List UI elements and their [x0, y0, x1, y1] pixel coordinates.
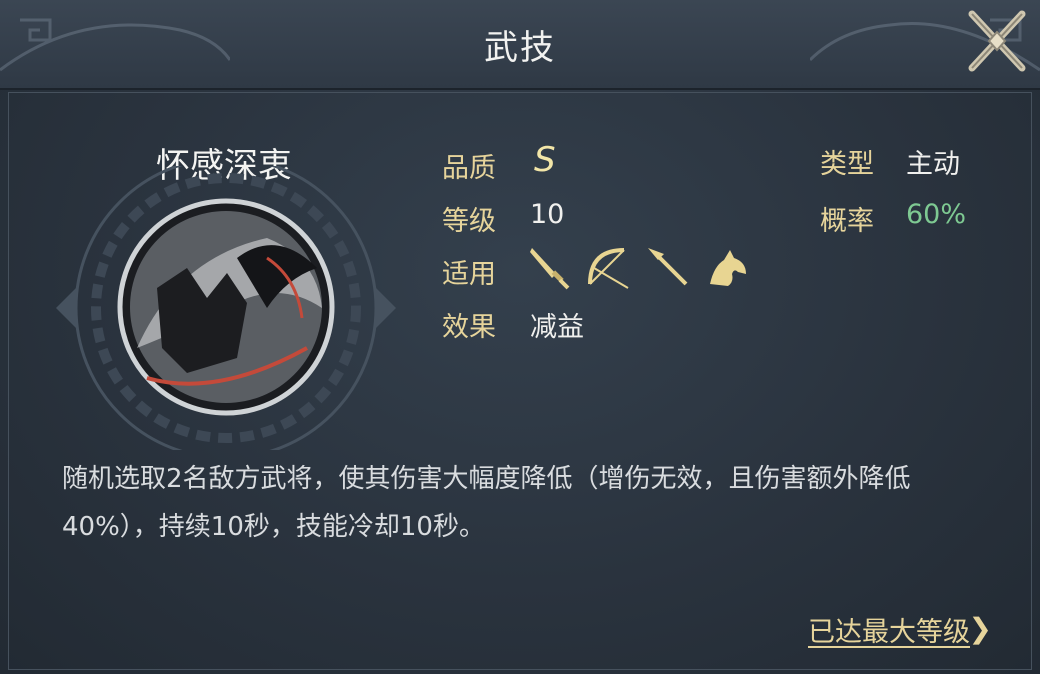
rate-value: 60% — [906, 199, 967, 230]
level-label: 等级 — [442, 206, 496, 237]
quality-label: 品质 — [442, 153, 496, 184]
applies-label: 适用 — [442, 259, 496, 290]
spear-icon — [648, 248, 688, 286]
bow-icon — [588, 248, 629, 289]
type-label: 类型 — [820, 149, 874, 180]
horse-icon — [710, 250, 746, 286]
max-level-link[interactable]: 已达最大等级 — [808, 610, 970, 649]
close-icon[interactable] — [960, 2, 1034, 80]
sword-icon — [530, 248, 570, 290]
effect-value: 减益 — [530, 312, 584, 343]
chevron-right-icon[interactable]: ❯ — [969, 612, 992, 645]
type-value: 主动 — [906, 149, 960, 180]
skill-dialog: 武技 怀感深衷 品质 S 等级 10 适用 效果 减益 类型 主动 概率 60%… — [0, 0, 1040, 674]
rate-label: 概率 — [820, 206, 874, 237]
level-value: 10 — [530, 199, 565, 230]
quality-value: S — [534, 140, 556, 180]
dialog-title: 武技 — [484, 28, 556, 68]
effect-label: 效果 — [442, 312, 496, 343]
skill-icon — [117, 198, 335, 416]
skill-description: 随机选取2名敌方武将，使其伤害大幅度降低（增伤无效，且伤害额外降低40%），持续… — [62, 464, 911, 542]
dialog-header: 武技 — [0, 0, 1040, 90]
